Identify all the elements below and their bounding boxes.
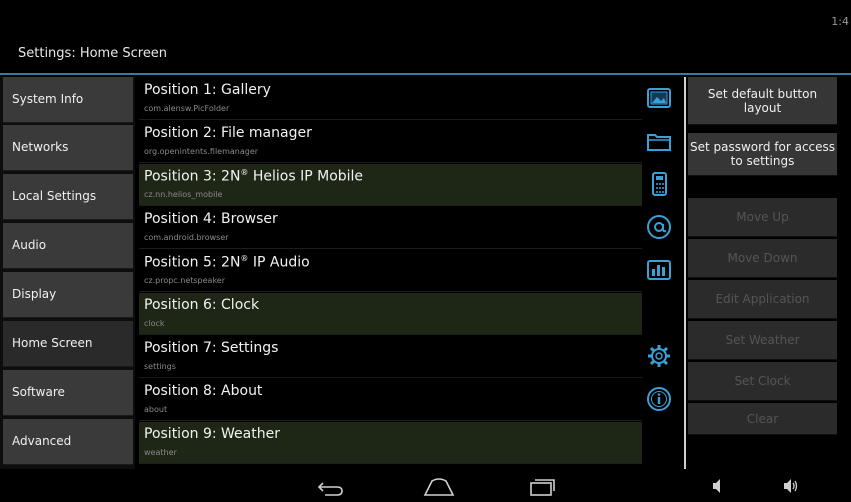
position-title: Position 1: Gallery <box>144 82 271 98</box>
sidebar-item-software[interactable]: Software <box>3 370 133 416</box>
back-icon[interactable] <box>315 477 345 497</box>
list-item[interactable]: Position 5: 2N® IP Audio cz.propc.netspe… <box>139 249 682 292</box>
list-item[interactable]: Position 9: Weather weather <box>139 421 682 464</box>
sidebar-item-system-info[interactable]: System Info <box>3 77 133 123</box>
gear-icon <box>648 345 670 367</box>
sidebar-item-label: Software <box>12 385 65 399</box>
list-item[interactable]: Position 7: Settings settings <box>139 335 682 378</box>
position-package: weather <box>144 448 177 457</box>
volume-up-icon[interactable] <box>782 477 800 495</box>
folder-icon <box>647 134 671 151</box>
navigation-bar <box>0 471 851 502</box>
action-panel: Set default button layout Set password f… <box>688 77 851 469</box>
sidebar-item-label: Home Screen <box>12 336 93 350</box>
sidebar: System Info Networks Local Settings Audi… <box>0 77 135 469</box>
sidebar-item-advanced[interactable]: Advanced <box>3 419 133 465</box>
sidebar-item-label: Networks <box>12 140 69 154</box>
sidebar-item-label: Display <box>12 287 57 301</box>
intercom-icon <box>652 172 667 196</box>
position-title: Position 7: Settings <box>144 340 279 356</box>
position-title: Position 9: Weather <box>144 426 280 442</box>
set-clock-button[interactable]: Set Clock <box>688 362 837 401</box>
set-password-button[interactable]: Set password for access to settings <box>688 133 837 176</box>
position-package: cz.propc.netspeaker <box>144 276 226 285</box>
sidebar-item-label: Advanced <box>12 434 72 448</box>
panel-divider <box>684 77 686 469</box>
clear-button[interactable]: Clear <box>688 403 837 435</box>
info-icon <box>647 387 671 411</box>
list-item[interactable]: Position 3: 2N® Helios IP Mobile cz.nn.h… <box>139 163 682 206</box>
position-title: Position 6: Clock <box>144 297 260 313</box>
sidebar-item-audio[interactable]: Audio <box>3 223 133 269</box>
position-package: settings <box>144 362 176 371</box>
sidebar-item-home-screen[interactable]: Home Screen <box>3 321 133 367</box>
position-package: com.alensw.PicFolder <box>144 104 230 113</box>
title-bar: Settings: Home Screen <box>0 33 851 75</box>
position-title: Position 8: About <box>144 383 263 399</box>
position-package: com.android.browser <box>144 233 229 242</box>
browser-icon <box>647 215 671 239</box>
position-title: Position 4: Browser <box>144 211 278 227</box>
sidebar-item-label: Local Settings <box>12 189 97 203</box>
position-title: Position 5: 2N® IP Audio <box>144 254 310 271</box>
move-down-button[interactable]: Move Down <box>688 239 837 278</box>
volume-down-icon[interactable] <box>711 477 725 495</box>
gallery-icon <box>647 88 671 108</box>
set-weather-button[interactable]: Set Weather <box>688 321 837 360</box>
list-item[interactable]: Position 6: Clock clock <box>139 292 682 335</box>
list-item[interactable]: Position 4: Browser com.android.browser <box>139 206 682 249</box>
position-title: Position 3: 2N® Helios IP Mobile <box>144 168 364 185</box>
sidebar-item-local-settings[interactable]: Local Settings <box>3 174 133 220</box>
position-title: Position 2: File manager <box>144 125 312 141</box>
audio-icon <box>647 260 671 280</box>
page-title: Settings: Home Screen <box>18 46 168 61</box>
position-package: about <box>144 405 168 414</box>
list-item[interactable]: Position 2: File manager org.openintents… <box>139 120 682 163</box>
recent-apps-icon[interactable] <box>527 477 557 497</box>
sidebar-item-label: System Info <box>12 92 84 106</box>
sidebar-item-display[interactable]: Display <box>3 272 133 318</box>
sidebar-item-label: Audio <box>12 238 47 252</box>
position-package: cz.nn.helios_mobile <box>144 190 223 199</box>
position-package: clock <box>144 319 165 328</box>
sidebar-item-networks[interactable]: Networks <box>3 125 133 171</box>
list-item[interactable]: Position 1: Gallery com.alensw.PicFolder <box>139 77 682 120</box>
positions-list: Position 1: Gallery com.alensw.PicFolder… <box>139 77 682 469</box>
home-icon[interactable] <box>422 477 456 497</box>
list-item[interactable]: Position 8: About about <box>139 378 682 421</box>
status-clock: 1:4 <box>831 15 849 28</box>
edit-application-button[interactable]: Edit Application <box>688 280 837 319</box>
status-bar: 1:4 <box>0 0 851 33</box>
set-default-layout-button[interactable]: Set default button layout <box>688 77 837 125</box>
position-package: org.openintents.filemanager <box>144 147 259 156</box>
move-up-button[interactable]: Move Up <box>688 198 837 237</box>
